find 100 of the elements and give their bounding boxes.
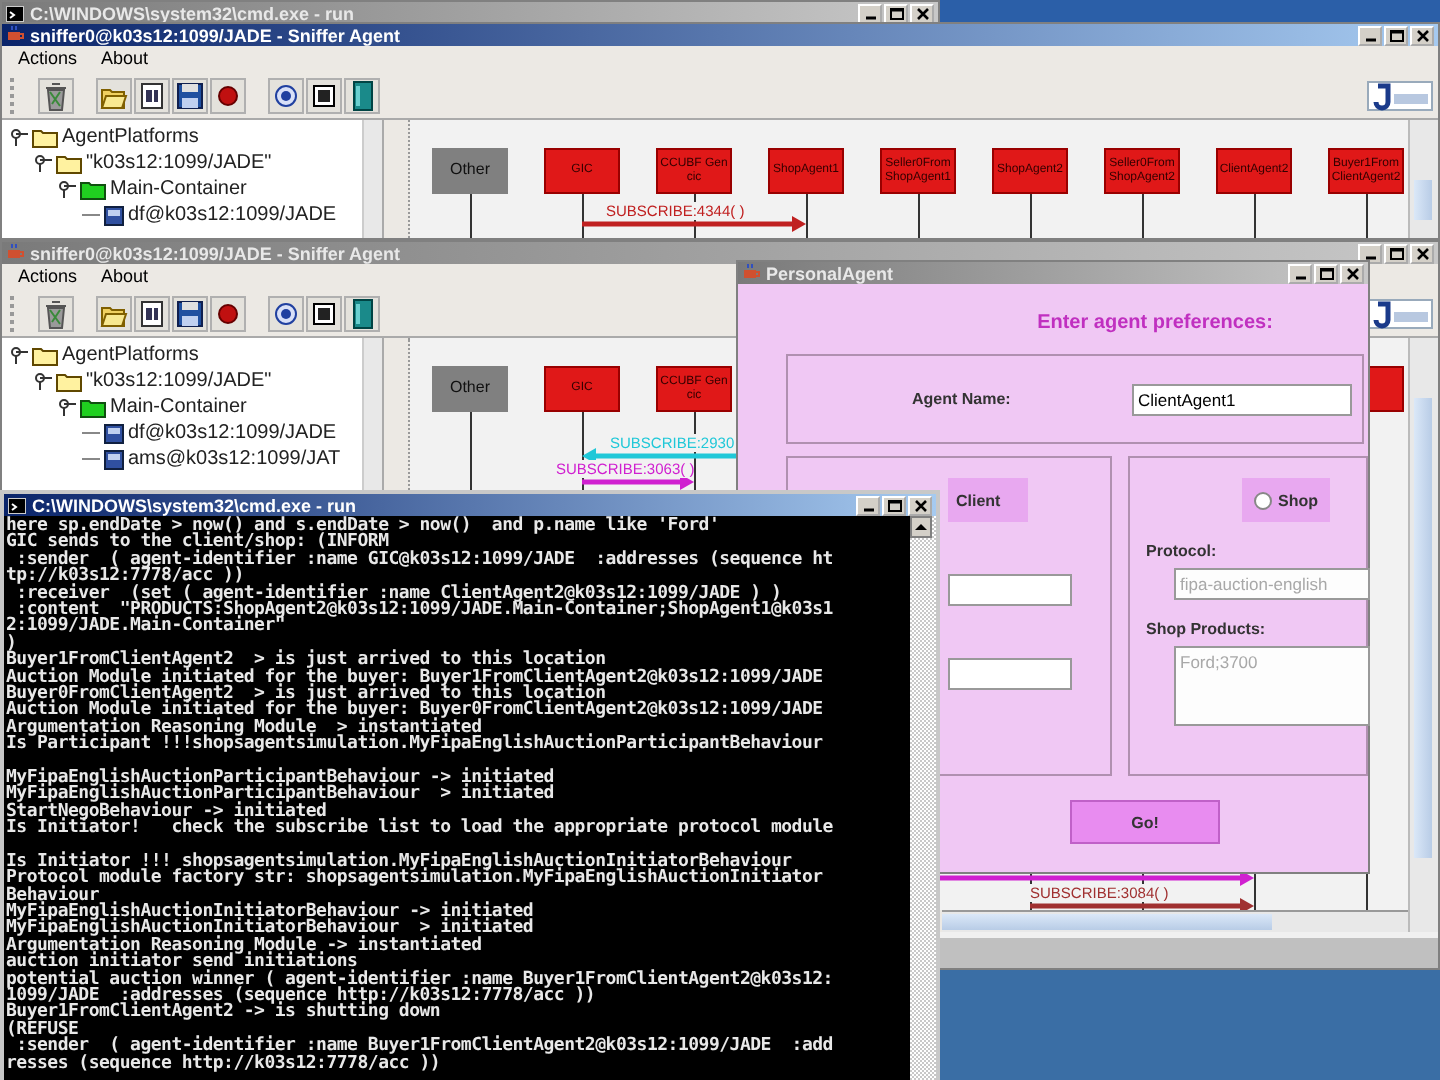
floppy-disk-button[interactable] [172,296,208,332]
tree-item[interactable]: ams@k03s12:1099/JAT [128,447,341,471]
door-button[interactable] [344,78,380,114]
folder-icon [80,397,106,417]
close-button[interactable] [910,3,934,23]
input-field[interactable] [948,574,1072,606]
minimize-button[interactable] [1288,263,1312,283]
expander-icon[interactable] [58,180,76,198]
input-field[interactable] [948,658,1072,690]
expander-icon[interactable] [10,128,28,146]
console-line: ) [6,635,17,653]
shop-option[interactable]: Shop [1242,478,1330,522]
square-icon [308,80,340,112]
document-button[interactable] [134,296,170,332]
cup-icon [6,244,24,262]
scroll-thumb[interactable] [1414,180,1432,220]
tree-item[interactable]: df@k03s12:1099/JADE [128,203,337,227]
tree-item[interactable]: df@k03s12:1099/JADE [128,421,337,445]
scrollbar[interactable] [910,516,936,1080]
toolbar-grip [10,78,20,114]
console-line: MyFipaEnglishAuctionInitiatorBehaviour > initiated [6,920,536,938]
console-line: :content "PRODUCTS:ShopAgent2@k03s12:1099/JADE.Main-Container;ShopAgent1@k03s1 [16,601,835,619]
dot-icon [212,80,244,112]
square-button[interactable] [306,296,342,332]
close-button[interactable] [1410,25,1434,45]
square-button[interactable] [306,78,342,114]
lifeline [469,194,471,238]
agent-box[interactable]: Other [432,366,508,412]
maximize-icon [1387,27,1405,43]
trash-button[interactable] [38,296,74,332]
expander-icon[interactable] [34,154,52,172]
expander-icon[interactable] [34,372,52,390]
folder-button[interactable] [96,78,132,114]
close-icon [913,5,931,21]
dot-button[interactable] [210,296,246,332]
floppy-disk-button[interactable] [172,78,208,114]
tree-item[interactable]: AgentPlatforms [62,125,199,149]
minimize-button[interactable] [1358,25,1382,45]
door-button[interactable] [344,296,380,332]
dot-button[interactable] [210,78,246,114]
maximize-button[interactable] [1384,243,1408,263]
console-line: 2:1099/JADE.Main-Container" [6,618,286,636]
lifeline [1029,194,1031,238]
scrollbar[interactable] [1408,338,1438,932]
console-line: tp://k03s12:7778/acc )) [6,568,244,586]
maximize-button[interactable] [882,495,906,515]
agent-box[interactable]: Other [432,148,508,194]
console-line: Auction Module initiated for the buyer: Buyer0FromClientAgent2@k03s12:1099/JADE [6,702,825,720]
console-line: Protocol module factory str: shopsagentsimulation.MyFipaEnglishAuctionInitiator [6,870,825,888]
tree-item[interactable]: Main-Container [110,177,247,201]
scroll-thumb[interactable] [942,914,1272,930]
lifeline [581,194,583,238]
tree-item[interactable]: "k03s12:1099/JADE" [86,369,272,393]
scrollbar[interactable] [362,120,382,238]
close-button[interactable] [1340,263,1364,283]
maximize-button[interactable] [1384,25,1408,45]
agent-name-field[interactable]: ClientAgent1 [1132,383,1352,415]
minimize-button[interactable] [858,3,882,23]
expander-icon[interactable] [10,346,28,364]
document-button[interactable] [134,78,170,114]
document-icon [136,80,168,112]
maximize-icon [1387,245,1405,261]
scrollbar[interactable] [942,910,1408,932]
radio-button[interactable] [1254,491,1272,509]
tree-item[interactable]: "k03s12:1099/JADE" [86,151,272,175]
maximize-button[interactable] [1314,263,1338,283]
expander-icon[interactable] [58,398,76,416]
scroll-thumb[interactable] [1414,398,1432,858]
menu-item[interactable]: About [101,266,149,290]
console-line: Is Initiator !!! shopsagentsimulation.MyFipaEnglishAuctionInitiatorBehaviour [6,853,792,871]
circle-button[interactable] [268,78,304,114]
console-line: resses (sequence http://k03s12:7778/acc )) [6,1055,441,1072]
cup-icon [742,264,760,282]
lifeline [1365,194,1367,238]
menu-item[interactable]: Actions [18,266,78,290]
go-button[interactable]: Go! [1070,800,1220,844]
window-title: C:\WINDOWS\system32\cmd.exe - run [30,3,355,23]
scrollbar[interactable] [1408,120,1438,238]
field-label: Protocol: [1146,542,1219,560]
maximize-button[interactable] [884,3,908,23]
folder-button[interactable] [96,296,132,332]
tree-item[interactable]: AgentPlatforms [62,343,199,367]
minimize-button[interactable] [1358,243,1382,263]
folder-icon [32,127,58,147]
client-option[interactable]: Client [948,478,1028,522]
close-button[interactable] [908,495,932,515]
cup-icon [6,26,24,44]
tree-item[interactable]: Main-Container [110,395,247,419]
console-line: Is Participant !!!shopsagentsimulation.MyFipaEnglishAuctionParticipantBehaviour [6,736,825,753]
minimize-button[interactable] [856,495,880,515]
window-title: PersonalAgent [766,263,894,283]
trash-button[interactable] [38,78,74,114]
close-button[interactable] [1410,243,1434,263]
circle-button[interactable] [268,296,304,332]
menu-item[interactable]: Actions [18,48,78,72]
menu-item[interactable]: About [101,48,149,72]
close-icon [1413,245,1431,261]
toolbar-grip [10,296,20,332]
scrollbar[interactable] [362,338,382,490]
trash-icon [40,298,72,330]
